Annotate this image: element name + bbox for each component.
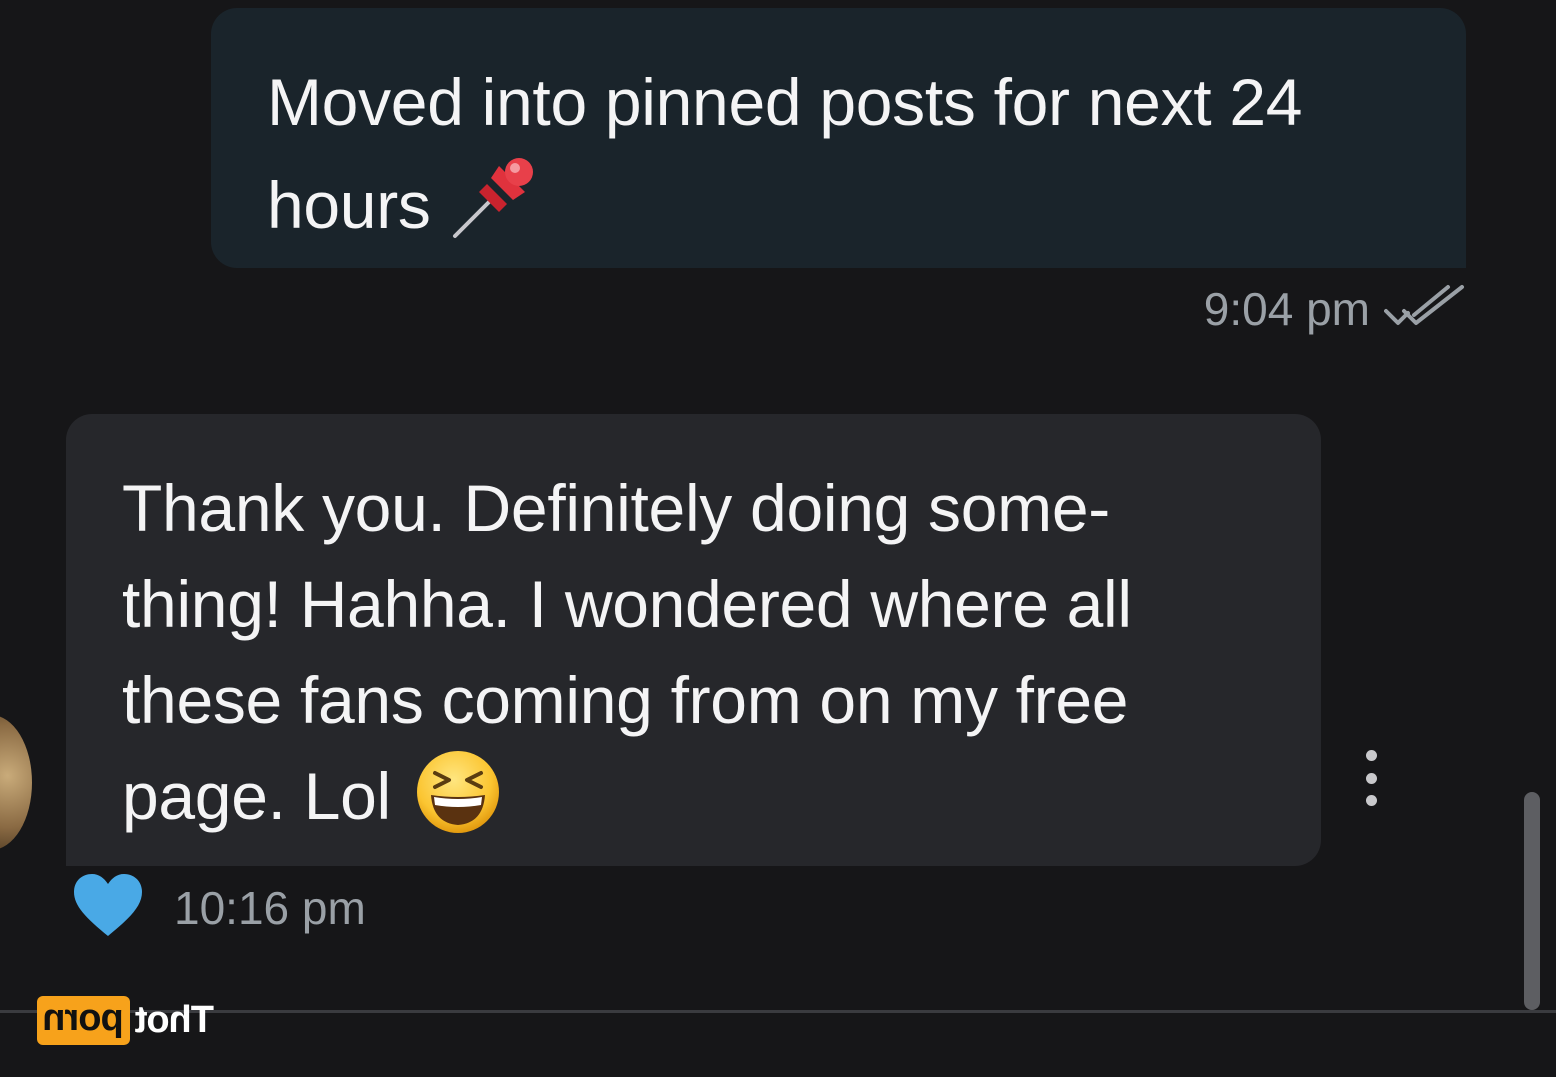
divider xyxy=(0,1010,1556,1013)
double-check-icon xyxy=(1384,283,1466,336)
incoming-message-text: Thank you. Definitely doing some- thing!… xyxy=(122,471,1132,833)
more-dot xyxy=(1365,750,1377,761)
more-options-icon[interactable] xyxy=(1356,750,1386,806)
scrollbar[interactable] xyxy=(1524,792,1540,1010)
grinning-squinting-face-icon xyxy=(415,749,501,840)
avatar[interactable] xyxy=(0,715,32,850)
watermark-text: Thot xyxy=(135,999,214,1041)
outgoing-timestamp: 9:04 pm xyxy=(1203,283,1370,335)
incoming-message-bubble[interactable]: Thank you. Definitely doing some- thing!… xyxy=(66,414,1321,866)
watermark-badge: porn xyxy=(37,996,130,1045)
watermark-logo: Thot porn xyxy=(37,996,214,1045)
more-dot xyxy=(1365,795,1377,806)
outgoing-message-text: Moved into pinned posts for next 24 hour… xyxy=(267,65,1303,242)
outgoing-message-bubble[interactable]: Moved into pinned posts for next 24 hour… xyxy=(211,8,1466,268)
incoming-timestamp: 10:16 pm xyxy=(174,881,366,934)
outgoing-message-meta: 9:04 pm xyxy=(1204,282,1466,336)
pushpin-icon xyxy=(449,150,541,247)
blue-heart-icon[interactable] xyxy=(72,872,144,943)
more-dot xyxy=(1365,772,1377,784)
incoming-message-meta: 10:16 pm xyxy=(72,872,366,943)
